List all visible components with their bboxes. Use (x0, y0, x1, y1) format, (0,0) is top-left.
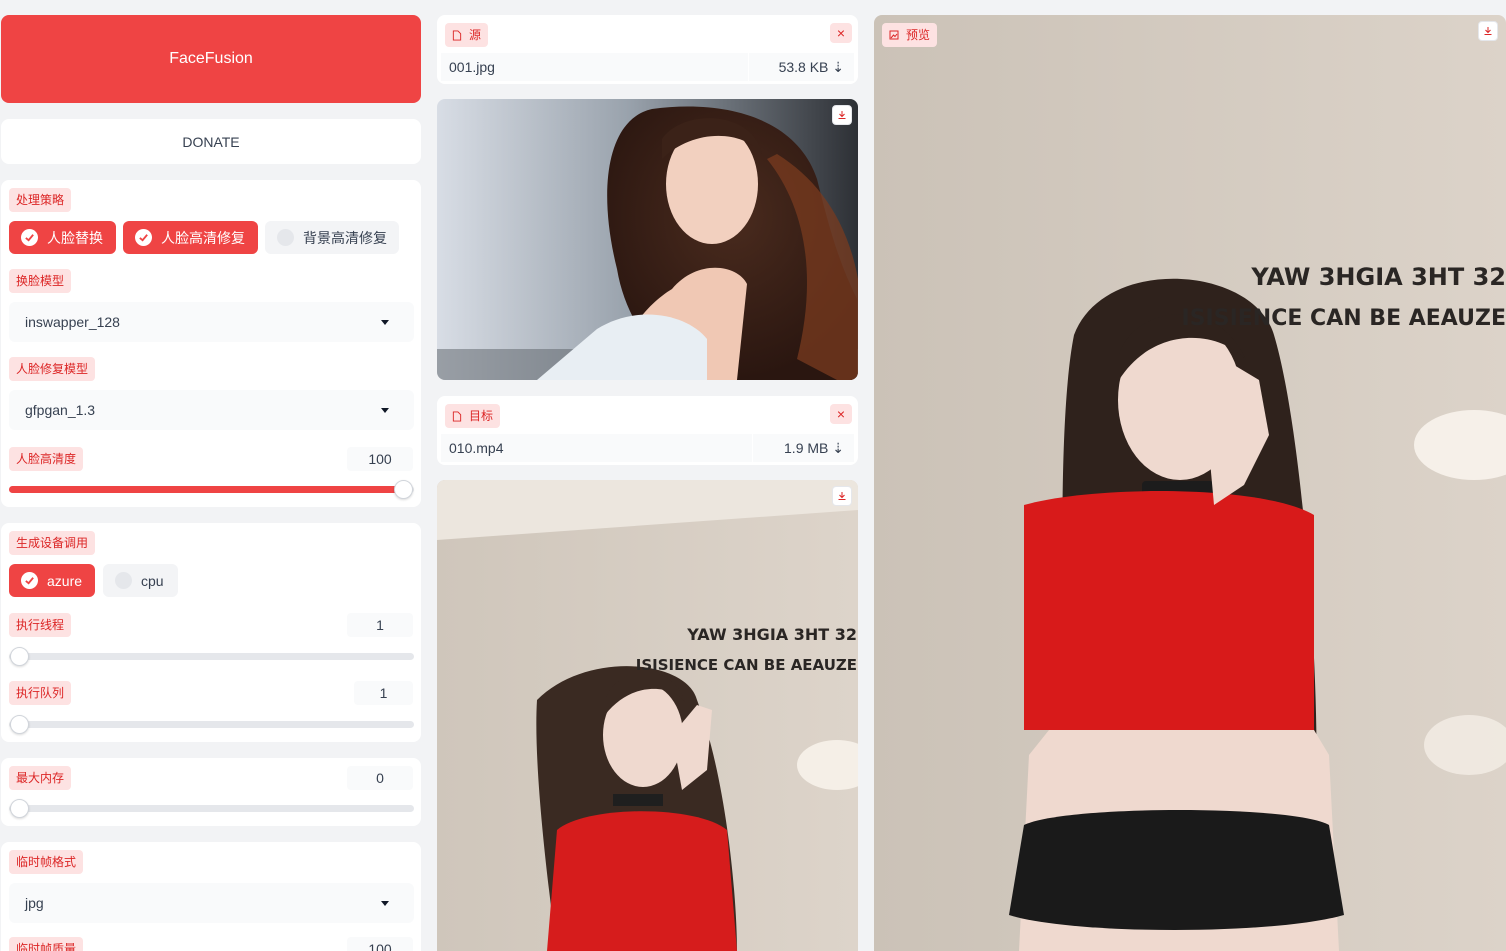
max-memory-slider[interactable] (9, 799, 414, 818)
download-icon[interactable] (832, 105, 852, 125)
source-file-size[interactable]: 53.8 KB ⇣ (779, 59, 844, 76)
processor-face-enhancer-checkbox[interactable]: 人脸高清修复 (123, 221, 258, 254)
processor-label: 背景高清修复 (303, 229, 387, 246)
close-icon[interactable]: × (830, 23, 852, 43)
face-swapper-model-label: 换脸模型 (9, 269, 72, 293)
execution-threads-slider[interactable] (9, 647, 414, 666)
execution-queue-label: 执行队列 (9, 681, 72, 705)
wall-text-line2: ISISIENCE CAN BE AEAUZE (636, 656, 857, 674)
number-value: 100 (368, 941, 392, 951)
source-label: 源 (469, 28, 482, 42)
target-video-frame: YAW 3HGIA 3HT 32 ISISIENCE CAN BE AEAUZE (437, 480, 858, 951)
file-icon (452, 410, 462, 422)
face-enhancer-model-label: 人脸修复模型 (9, 357, 96, 381)
source-label-tag: 源 (445, 23, 489, 47)
processor-label: 人脸替换 (47, 229, 103, 246)
execution-queue-number[interactable]: 1 (354, 681, 413, 705)
file-icon (452, 29, 462, 41)
source-file-row[interactable]: 001.jpg 53.8 KB ⇣ (441, 53, 854, 81)
execution-queue-slider[interactable] (9, 715, 414, 734)
temp-frame-quality-label: 临时帧质量 (9, 937, 84, 951)
checkmark-icon (135, 229, 152, 246)
dropdown-value: inswapper_128 (25, 314, 120, 330)
provider-label: cpu (141, 572, 164, 589)
face-enhancer-model-dropdown[interactable]: gfpgan_1.3 (9, 390, 414, 430)
donate-button[interactable]: DONATE (1, 119, 421, 164)
target-label: 目标 (469, 409, 494, 423)
dropdown-caret-icon (381, 901, 389, 906)
execution-provider-azure-checkbox[interactable]: azure (9, 564, 95, 597)
close-icon[interactable]: × (830, 404, 852, 424)
memory-panel: 最大内存 0 (1, 758, 421, 826)
unchecked-circle-icon (277, 229, 294, 246)
face-swapper-model-dropdown[interactable]: inswapper_128 (9, 302, 414, 342)
dropdown-caret-icon (381, 408, 389, 413)
number-value: 100 (368, 451, 392, 467)
execution-panel: 生成设备调用 azure cpu 执行线程 1 执行队列 1 (1, 523, 421, 742)
slider-thumb[interactable] (10, 647, 29, 666)
dropdown-value: jpg (25, 895, 44, 911)
unchecked-circle-icon (115, 572, 132, 589)
processor-frame-enhancer-checkbox[interactable]: 背景高清修复 (265, 221, 399, 254)
temp-frame-quality-number[interactable]: 100 (347, 937, 413, 951)
face-enhancer-blend-slider[interactable] (9, 480, 414, 499)
processor-face-swapper-checkbox[interactable]: 人脸替换 (9, 221, 116, 254)
facefusion-title-label: FaceFusion (169, 50, 253, 67)
number-value: 0 (376, 770, 384, 786)
download-icon[interactable] (1478, 21, 1498, 41)
slider-thumb[interactable] (10, 799, 29, 818)
image-icon (889, 30, 899, 40)
target-file-size[interactable]: 1.9 MB ⇣ (784, 440, 844, 457)
max-memory-number[interactable]: 0 (347, 766, 413, 790)
source-image-preview (437, 99, 858, 380)
max-memory-label: 最大内存 (9, 766, 72, 790)
source-portrait-image (437, 99, 858, 380)
target-file-row[interactable]: 010.mp4 1.9 MB ⇣ (441, 434, 854, 462)
divider (748, 53, 749, 81)
execution-providers-label: 生成设备调用 (9, 531, 96, 555)
slider-thumb[interactable] (394, 480, 413, 499)
facefusion-title-button[interactable]: FaceFusion (1, 15, 421, 103)
target-label-tag: 目标 (445, 404, 501, 428)
execution-provider-cpu-checkbox[interactable]: cpu (103, 564, 178, 597)
temp-frame-format-label: 临时帧格式 (9, 850, 84, 874)
wall-text-line1: YAW 3HGIA 3HT 32 (1250, 263, 1506, 291)
preview-frame: YAW 3HGIA 3HT 32 ISISIENCE CAN BE AEAUZE (874, 15, 1506, 951)
temp-frame-panel: 临时帧格式 jpg 临时帧质量 100 (1, 842, 421, 951)
slider-fill (9, 486, 404, 493)
wall-text-line1: YAW 3HGIA 3HT 32 (686, 625, 857, 644)
temp-frame-format-dropdown[interactable]: jpg (9, 883, 414, 923)
face-enhancer-blend-number[interactable]: 100 (347, 447, 413, 471)
target-file-name: 010.mp4 (449, 440, 504, 456)
face-enhancer-blend-label: 人脸高清度 (9, 447, 84, 471)
processing-panel: 处理策略 人脸替换 人脸高清修复 背景高清修复 换脸模型 inswapper_1… (1, 180, 421, 507)
divider (752, 434, 753, 462)
target-video-preview: YAW 3HGIA 3HT 32 ISISIENCE CAN BE AEAUZE (437, 480, 858, 951)
execution-threads-label: 执行线程 (9, 613, 72, 637)
dropdown-caret-icon (381, 320, 389, 325)
number-value: 1 (379, 685, 388, 701)
execution-threads-number[interactable]: 1 (347, 613, 413, 637)
target-file-card: 目标 × 010.mp4 1.9 MB ⇣ (437, 396, 858, 465)
checkmark-icon (21, 229, 38, 246)
source-file-name: 001.jpg (449, 59, 495, 75)
source-file-card: 源 × 001.jpg 53.8 KB ⇣ (437, 15, 858, 84)
checkmark-icon (21, 572, 38, 589)
processor-label: 人脸高清修复 (161, 229, 245, 246)
download-icon[interactable] (832, 486, 852, 506)
provider-label: azure (47, 572, 83, 589)
processors-label: 处理策略 (9, 188, 72, 212)
preview-label: 预览 (906, 28, 931, 42)
preview-label-tag: 预览 (882, 23, 938, 47)
number-value: 1 (376, 617, 384, 633)
preview-image: YAW 3HGIA 3HT 32 ISISIENCE CAN BE AEAUZE… (874, 15, 1506, 951)
wall-text-line2: ISISIENCE CAN BE AEAUZE (1182, 306, 1506, 331)
dropdown-value: gfpgan_1.3 (25, 402, 96, 418)
slider-thumb[interactable] (10, 715, 29, 734)
donate-label: DONATE (182, 133, 240, 150)
